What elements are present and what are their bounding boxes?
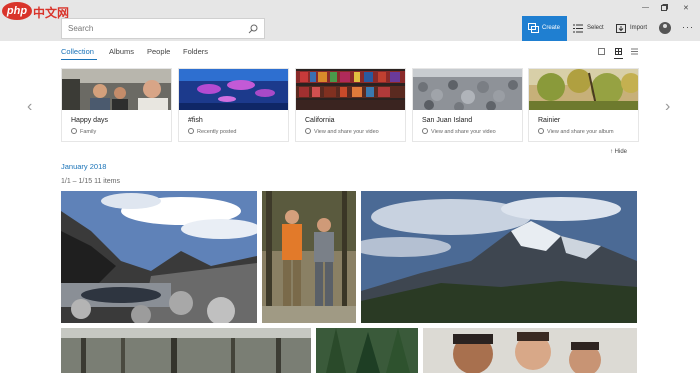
active-tab-underline	[61, 59, 97, 60]
chevron-right-icon[interactable]: ›	[665, 98, 670, 116]
tab-people[interactable]: People	[147, 47, 170, 56]
album-icon	[538, 128, 544, 134]
command-bar: php 中文网 Search Create Select Import ··· …	[0, 0, 700, 41]
video-icon	[305, 128, 311, 134]
photo-trees[interactable]	[316, 328, 418, 373]
chevron-left-icon[interactable]: ‹	[27, 98, 32, 116]
photo-mountain-lake[interactable]	[61, 191, 257, 323]
create-icon	[528, 23, 539, 33]
album-thumbnail	[62, 69, 171, 110]
search-icon	[248, 24, 258, 34]
active-view-underline	[614, 58, 623, 59]
album-title: Happy days	[71, 117, 108, 124]
album-card-happy-days[interactable]: Happy days Family	[61, 68, 172, 142]
search-input[interactable]: Search	[61, 18, 265, 39]
photo-group-selfie[interactable]	[423, 328, 637, 373]
photo-mountain-peak[interactable]	[361, 191, 637, 323]
photo-couple-hiking[interactable]	[262, 191, 356, 323]
album-card-rainier[interactable]: Rainier View and share your album	[528, 68, 639, 142]
album-subtitle: View and share your video	[305, 128, 379, 135]
tab-collection[interactable]: Collection	[61, 47, 94, 56]
search-placeholder: Search	[68, 24, 94, 33]
album-subtitle: Recently posted	[188, 128, 236, 135]
maximize-icon[interactable]	[661, 4, 668, 13]
hide-button[interactable]: ↑ Hide	[610, 149, 627, 155]
album-card-san-juan-island[interactable]: San Juan Island View and share your vide…	[412, 68, 523, 142]
import-button[interactable]: Import	[616, 16, 652, 41]
album-card-california[interactable]: California View and share your video	[295, 68, 406, 142]
album-thumbnail	[529, 69, 638, 110]
album-subtitle: View and share your album	[538, 128, 614, 135]
album-title: Rainier	[538, 117, 561, 124]
import-icon	[616, 24, 626, 33]
create-button[interactable]: Create	[522, 16, 567, 41]
close-icon[interactable]: ✕	[683, 4, 689, 12]
small-thumbnails-icon[interactable]	[631, 48, 638, 55]
tab-albums[interactable]: Albums	[109, 47, 134, 56]
video-icon	[422, 128, 428, 134]
people-icon	[71, 128, 77, 134]
album-title: San Juan Island	[422, 117, 473, 124]
photo-forest-trail[interactable]	[61, 328, 311, 373]
select-label: Select	[587, 25, 604, 31]
watermark-badge: php	[2, 2, 32, 20]
recent-icon	[188, 128, 194, 134]
medium-thumbnails-icon[interactable]	[615, 48, 622, 55]
account-avatar-icon[interactable]	[659, 22, 671, 34]
watermark-logo: php 中文网	[2, 2, 69, 22]
select-icon	[573, 24, 583, 33]
album-title: California	[305, 117, 335, 124]
album-title: #fish	[188, 117, 203, 124]
album-card-fish[interactable]: #fish Recently posted	[178, 68, 289, 142]
minimize-icon[interactable]: —	[642, 4, 649, 11]
large-thumbnails-icon[interactable]	[598, 48, 605, 55]
tab-folders[interactable]: Folders	[183, 47, 208, 56]
album-subtitle: Family	[71, 128, 96, 135]
album-thumbnail	[179, 69, 288, 110]
album-thumbnail	[296, 69, 405, 110]
section-date-range: 1/1 – 1/15 11 items	[61, 178, 121, 185]
import-label: Import	[630, 25, 648, 31]
select-button[interactable]: Select	[573, 16, 605, 41]
album-subtitle: View and share your video	[422, 128, 496, 135]
create-label: Create	[542, 25, 561, 31]
more-icon[interactable]: ···	[682, 22, 694, 32]
album-thumbnail	[413, 69, 522, 110]
section-date-heading[interactable]: January 2018	[61, 162, 106, 171]
